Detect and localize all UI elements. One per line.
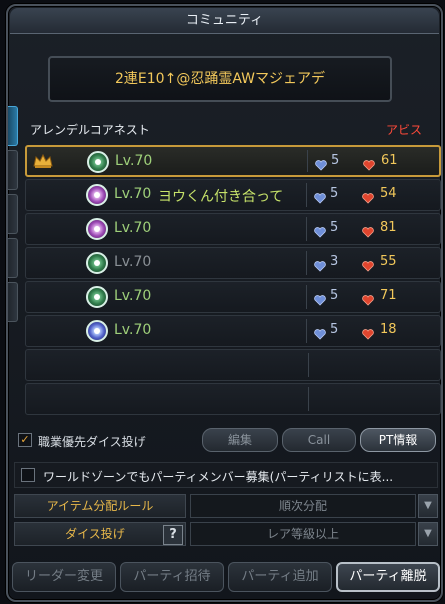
class-icon (86, 286, 108, 308)
row-divider (306, 251, 307, 275)
list-header: アレンデルコアネスト アビス (24, 118, 436, 142)
member-name: ヨウくん付き合って (158, 189, 284, 205)
side-tab-4[interactable] (8, 238, 18, 278)
blue-stat-value: 5 (330, 186, 339, 201)
red-heart-icon (363, 156, 375, 171)
row-divider (308, 353, 309, 377)
dice-row: ダイス投げ ? レア等級以上 ▼ (14, 522, 438, 546)
member-level: Lv.70 (114, 220, 152, 236)
pt-info-button[interactable]: PT情報 (360, 428, 436, 452)
blue-stat-value: 5 (331, 153, 340, 168)
red-stat-value: 71 (380, 288, 397, 303)
difficulty-label: アビス (385, 123, 422, 137)
member-row[interactable]: Lv.70 5 61 (25, 145, 441, 177)
red-stat-value: 55 (380, 254, 397, 269)
red-stat-value: 61 (381, 153, 398, 168)
empty-slot-row (25, 383, 441, 415)
row-divider (307, 150, 308, 172)
dungeon-name: アレンデルコアネスト (30, 123, 150, 137)
party-invite-button[interactable]: パーティ招待 (120, 562, 224, 592)
blue-stat-value: 5 (330, 322, 339, 337)
class-icon (86, 184, 108, 206)
dice-select[interactable]: レア等級以上 (190, 522, 416, 546)
member-list: Lv.70 5 61 Lv.70 ヨウくん付き合って 5 54 Lv.70 5 81 Lv.70 3 5… (25, 145, 441, 417)
blue-heart-icon (314, 223, 326, 238)
member-level: Lv.70 (114, 322, 152, 338)
help-icon[interactable]: ? (163, 525, 183, 545)
class-icon (86, 320, 108, 342)
item-rule-row: アイテム分配ルール 順次分配 ▼ (14, 494, 438, 518)
red-heart-icon (362, 257, 374, 272)
side-tab-5[interactable] (8, 282, 18, 322)
blue-heart-icon (314, 189, 326, 204)
dice-label: ダイス投げ ? (14, 522, 186, 546)
member-level: Lv.70 (114, 186, 152, 202)
row-divider (306, 217, 307, 241)
member-row[interactable]: Lv.70 5 18 (25, 315, 441, 347)
world-zone-label: ワールドゾーンでもパーティメンバー募集(パーティリストに表... (43, 470, 394, 484)
world-zone-checkbox[interactable] (21, 468, 35, 482)
chevron-down-icon[interactable]: ▼ (418, 522, 438, 546)
bottom-bar: リーダー変更 パーティ招待 パーティ追加 パーティ離脱 (12, 562, 440, 594)
call-button[interactable]: Call (282, 428, 356, 452)
class-icon (87, 151, 109, 173)
leader-change-button[interactable]: リーダー変更 (12, 562, 116, 592)
member-row[interactable]: Lv.70 5 81 (25, 213, 441, 245)
blue-stat-value: 5 (330, 220, 339, 235)
red-stat-value: 18 (380, 322, 397, 337)
red-heart-icon (362, 291, 374, 306)
red-stat-value: 54 (380, 186, 397, 201)
blue-heart-icon (315, 156, 327, 171)
member-level: Lv.70 (115, 153, 153, 169)
member-level: Lv.70 (114, 254, 152, 270)
item-rule-select[interactable]: 順次分配 (190, 494, 416, 518)
blue-heart-icon (314, 257, 326, 272)
side-tab-2[interactable] (8, 150, 18, 190)
row-divider (306, 285, 307, 309)
side-tab-1[interactable] (8, 106, 18, 146)
party-leave-button[interactable]: パーティ離脱 (336, 562, 440, 592)
class-priority-label: 職業優先ダイス投げ (38, 435, 146, 449)
edit-button[interactable]: 編集 (202, 428, 278, 452)
blue-stat-value: 3 (330, 254, 339, 269)
empty-slot-row (25, 349, 441, 381)
crown-icon (33, 153, 53, 169)
row-divider (308, 387, 309, 411)
world-zone-recruit-row[interactable]: ワールドゾーンでもパーティメンバー募集(パーティリストに表... (14, 462, 438, 488)
blue-heart-icon (314, 291, 326, 306)
red-heart-icon (362, 189, 374, 204)
row-divider (306, 319, 307, 343)
red-stat-value: 81 (380, 220, 397, 235)
class-priority-checkbox[interactable]: ✓ (18, 433, 32, 447)
party-add-button[interactable]: パーティ追加 (228, 562, 332, 592)
red-heart-icon (362, 223, 374, 238)
blue-stat-value: 5 (330, 288, 339, 303)
blue-heart-icon (314, 325, 326, 340)
row-divider (306, 183, 307, 207)
side-tabs (8, 106, 18, 326)
party-name: 2連E10↑@忍踊霊AWマジェアデ (48, 56, 392, 102)
item-rule-label: アイテム分配ルール (14, 494, 186, 518)
member-row[interactable]: Lv.70 3 55 (25, 247, 441, 279)
options-bar: ✓ 職業優先ダイス投げ 編集 Call PT情報 (16, 428, 436, 454)
window-title: コミュニティ (10, 8, 439, 34)
red-heart-icon (362, 325, 374, 340)
class-icon (86, 252, 108, 274)
member-row[interactable]: Lv.70 5 71 (25, 281, 441, 313)
member-row[interactable]: Lv.70 ヨウくん付き合って 5 54 (25, 179, 441, 211)
class-icon (86, 218, 108, 240)
dice-label-text: ダイス投げ (65, 527, 125, 541)
chevron-down-icon[interactable]: ▼ (418, 494, 438, 518)
side-tab-3[interactable] (8, 194, 18, 234)
member-level: Lv.70 (114, 288, 152, 304)
